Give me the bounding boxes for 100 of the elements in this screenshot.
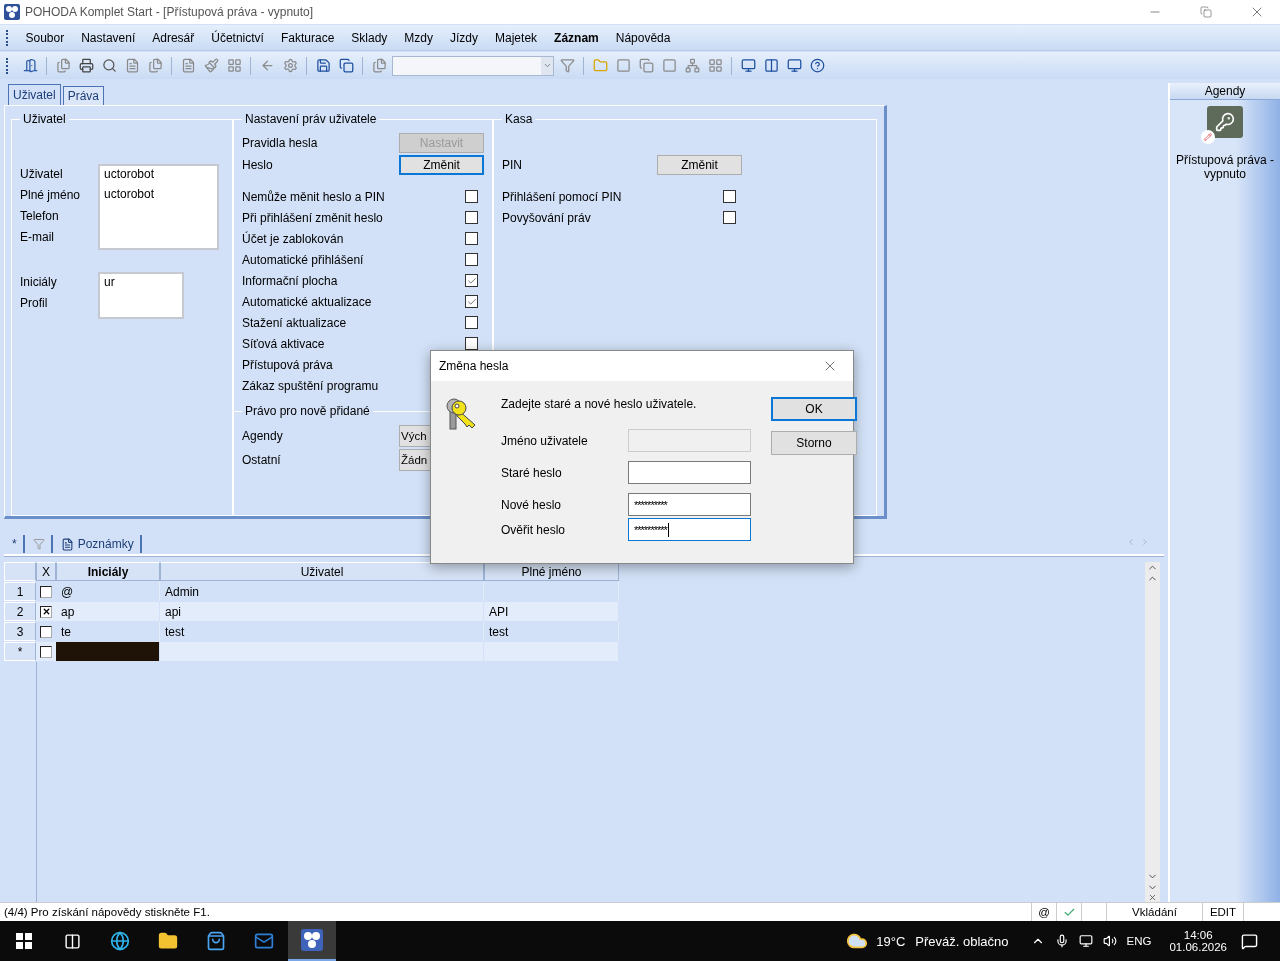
pages-icon[interactable] (147, 58, 163, 73)
save-icon[interactable] (315, 58, 331, 73)
printer-icon[interactable] (78, 58, 94, 73)
document-icon[interactable] (124, 58, 140, 73)
option-label: Přístupová práva (242, 357, 333, 372)
header-corner (4, 562, 36, 581)
dialog-button[interactable]: OK (771, 397, 857, 421)
field-label: Pravidla hesla (242, 136, 318, 150)
checkbox[interactable] (465, 232, 478, 245)
checkmark-icon (466, 275, 477, 286)
menu-item[interactable]: Jízdy (441, 30, 487, 45)
checkbox[interactable] (723, 211, 736, 224)
save-all-icon[interactable] (338, 58, 354, 73)
field-label: Uživatel (20, 166, 64, 183)
back-icon[interactable] (259, 58, 275, 73)
notifications-icon[interactable] (1241, 932, 1258, 950)
volume-icon[interactable] (1102, 934, 1117, 948)
folder-icon[interactable] (158, 931, 178, 951)
checkbox[interactable] (465, 274, 478, 287)
network-icon[interactable] (1078, 934, 1093, 948)
mail-icon[interactable] (254, 931, 274, 951)
row-number: 3 (4, 622, 36, 641)
checkbox[interactable] (40, 625, 52, 638)
tab[interactable]: Práva (62, 86, 105, 105)
checkbox[interactable] (465, 337, 478, 350)
copy-icon[interactable] (55, 58, 71, 73)
exit-icon[interactable] (22, 58, 38, 73)
checkbox[interactable] (723, 190, 736, 203)
checkmark-icon (466, 296, 477, 307)
hierarchy-icon[interactable] (684, 58, 700, 73)
scrollbar[interactable] (1145, 562, 1160, 902)
value-field[interactable]: ur (98, 272, 184, 319)
monitor-icon[interactable] (740, 58, 756, 73)
tab[interactable]: Uživatel (8, 84, 61, 105)
app-icon (4, 4, 20, 20)
dialog-prompt: Zadejte staré a nové heslo uživatele. (501, 397, 698, 413)
menu-item[interactable]: Účetnictví (202, 30, 273, 45)
column-header[interactable]: Iniciály (56, 562, 160, 581)
status-text: @ (1038, 906, 1050, 918)
field-label: Ostatní (242, 453, 281, 467)
checkbox[interactable] (465, 253, 478, 266)
menu-item[interactable]: Záznam (545, 30, 608, 45)
screen-icon[interactable] (786, 58, 802, 73)
checkbox[interactable] (465, 190, 478, 203)
brush-icon[interactable] (203, 58, 219, 73)
field-label: Nové heslo (501, 497, 562, 512)
preview-icon[interactable] (101, 58, 117, 73)
menu-item[interactable]: Mzdy (395, 30, 442, 45)
close-icon[interactable] (1148, 893, 1157, 902)
checkbox[interactable] (40, 645, 52, 658)
notes-tab[interactable]: Poznámky (54, 535, 142, 553)
new-record-tab[interactable]: * (6, 535, 25, 553)
column-header[interactable]: X (36, 562, 56, 581)
menu-item[interactable]: Nastavení (72, 30, 144, 45)
checkbox[interactable] (40, 605, 52, 618)
page-icon[interactable] (180, 58, 196, 73)
key-icon[interactable] (1201, 106, 1243, 144)
microphone-icon[interactable] (1054, 934, 1069, 948)
field-label: Telefon (20, 208, 60, 225)
temperature: 19°C (876, 933, 906, 949)
menu-item[interactable]: Majetek (486, 30, 546, 45)
menu-item[interactable]: Sklady (342, 30, 396, 45)
checkbox[interactable] (40, 585, 52, 598)
input-field[interactable] (628, 461, 751, 484)
option-label: Stažení aktualizace (242, 315, 347, 330)
value-field[interactable]: uctorobot uctorobot (98, 164, 219, 250)
checkbox[interactable] (465, 211, 478, 224)
task-view-icon[interactable] (63, 932, 81, 950)
clock[interactable]: 14:06 01.06.2026 (1169, 929, 1227, 953)
menu-item[interactable]: Nápověda (607, 30, 679, 45)
help-icon[interactable] (809, 58, 825, 73)
menu-item[interactable]: Soubor (17, 30, 73, 45)
filter-icon[interactable] (559, 58, 575, 73)
menu-item[interactable]: Adresář (143, 30, 203, 45)
menu-item[interactable]: Fakturace (272, 30, 343, 45)
grid-icon[interactable] (226, 58, 242, 73)
option-label: Automatické přihlášení (242, 252, 364, 267)
stack-icon[interactable] (638, 58, 654, 73)
password-field[interactable]: ********** (628, 518, 751, 541)
windows-icon[interactable] (16, 933, 32, 949)
language-indicator[interactable]: ENG (1126, 935, 1152, 947)
dialog-button[interactable]: Storno (771, 431, 857, 455)
change-button[interactable]: Změnit (657, 155, 742, 175)
app-button[interactable] (288, 921, 336, 961)
password-field[interactable]: ********** (628, 493, 751, 516)
status-text: EDIT (1209, 906, 1237, 918)
checkbox[interactable] (465, 295, 478, 308)
gear-icon[interactable] (282, 58, 298, 73)
grid-icon[interactable] (707, 58, 723, 73)
field-label: Iniciály (20, 274, 58, 291)
column-header[interactable]: Uživatel (160, 562, 484, 581)
shopping-bag-icon[interactable] (206, 931, 226, 951)
option-label: Účet je zablokován (242, 231, 344, 246)
change-button[interactable]: Změnit (399, 155, 484, 175)
window-icon[interactable] (763, 58, 779, 73)
copy-icon[interactable] (371, 58, 387, 73)
agenda-label[interactable]: Přístupová práva - vypnuto (1175, 153, 1275, 181)
option-label: Povyšování práv (502, 210, 591, 225)
globe-icon[interactable] (110, 931, 130, 951)
checkbox[interactable] (465, 316, 478, 329)
